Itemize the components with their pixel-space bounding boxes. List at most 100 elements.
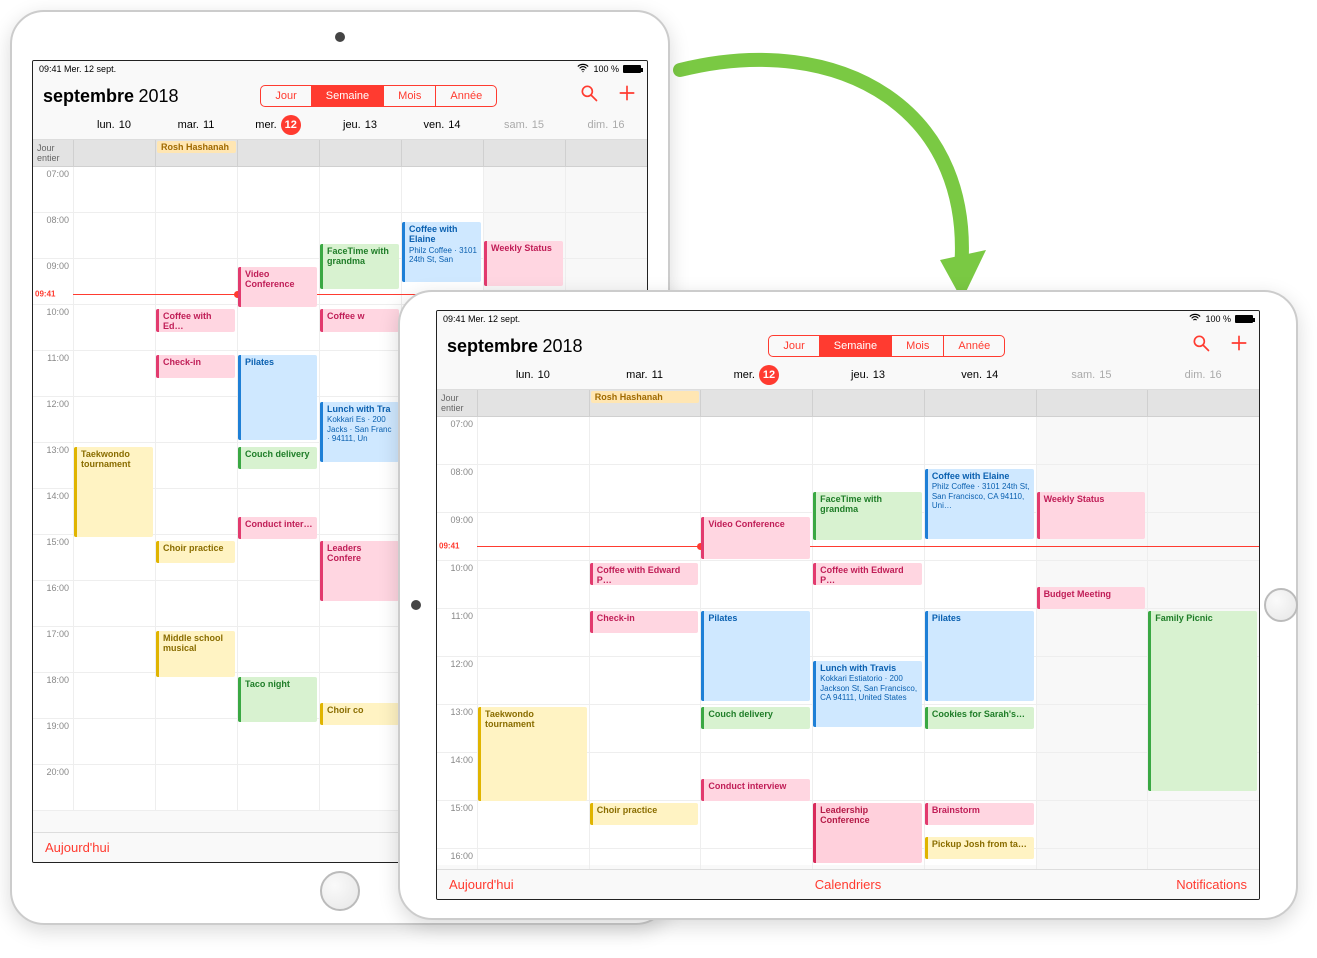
allday-cell[interactable]: Rosh Hashanah [155,140,237,166]
grid-cell[interactable] [1147,801,1259,848]
grid-cell[interactable] [319,489,401,534]
view-tab-année[interactable]: Année [435,86,496,106]
calendar-event[interactable]: Coffee w [320,309,399,332]
grid-cell[interactable] [155,719,237,764]
allday-event[interactable]: Rosh Hashanah [157,141,236,153]
day-column-header[interactable]: mar. 11 [589,365,701,385]
grid-cell[interactable] [1036,801,1148,848]
day-column-header[interactable]: jeu. 13 [812,365,924,385]
calendar-event[interactable]: Check-in [590,611,699,633]
grid-cell[interactable] [73,351,155,396]
view-segmented-control[interactable]: JourSemaineMoisAnnée [768,335,1005,357]
grid-cell[interactable] [237,213,319,258]
view-tab-jour[interactable]: Jour [769,336,818,356]
allday-event[interactable]: Rosh Hashanah [591,391,700,403]
grid-cell[interactable] [812,753,924,800]
grid-cell[interactable] [155,581,237,626]
grid-cell[interactable] [401,167,483,212]
allday-cell[interactable] [477,390,589,416]
calendar-event[interactable]: Cookies for Sarah's… [925,707,1034,729]
calendar-event[interactable]: Conduct interview [701,779,810,801]
grid-cell[interactable] [73,673,155,718]
allday-cell[interactable]: Rosh Hashanah [589,390,701,416]
grid-cell[interactable] [1036,705,1148,752]
calendar-event[interactable]: Pilates [925,611,1034,701]
view-tab-mois[interactable]: Mois [891,336,943,356]
allday-cell[interactable] [812,390,924,416]
calendar-event[interactable]: Video Conference [701,517,810,559]
grid-cell[interactable] [483,167,565,212]
calendar-event[interactable]: Coffee with ElainePhilz Coffee · 3101 24… [925,469,1034,539]
calendar-event[interactable]: Budget Meeting [1037,587,1146,609]
calendars-button[interactable]: Calendriers [815,877,881,892]
view-tab-jour[interactable]: Jour [261,86,310,106]
day-column-header[interactable]: ven. 14 [924,365,1036,385]
grid-cell[interactable] [477,465,589,512]
day-column-header[interactable]: ven. 14 [401,115,483,135]
grid-cell[interactable] [1036,417,1148,464]
week-grid[interactable]: 07:0008:0009:0010:0011:0012:0013:0014:00… [437,417,1259,865]
day-column-header[interactable]: dim. 16 [1147,365,1259,385]
calendar-event[interactable]: Video Conference [238,267,317,307]
grid-cell[interactable] [73,765,155,810]
home-button[interactable] [1264,588,1298,622]
allday-cell[interactable] [1036,390,1148,416]
grid-cell[interactable] [237,627,319,672]
grid-cell[interactable] [924,561,1036,608]
grid-cell[interactable] [1147,561,1259,608]
allday-cell[interactable] [319,140,401,166]
grid-cell[interactable] [155,673,237,718]
calendar-event[interactable]: Coffee with Ed… [156,309,235,332]
grid-cell[interactable] [155,489,237,534]
calendar-event[interactable]: Pilates [701,611,810,701]
grid-cell[interactable] [73,535,155,580]
allday-cell[interactable] [401,140,483,166]
day-column-header[interactable]: dim. 16 [565,115,647,135]
allday-cell[interactable] [1147,390,1259,416]
grid-cell[interactable] [155,259,237,304]
grid-cell[interactable] [700,801,812,848]
home-button[interactable] [320,871,360,911]
calendar-event[interactable]: Middle school musical [156,631,235,677]
grid-cell[interactable] [700,417,812,464]
grid-cell[interactable] [237,305,319,350]
day-column-header[interactable]: sam. 15 [483,115,565,135]
search-icon[interactable] [1191,333,1211,359]
grid-cell[interactable] [73,305,155,350]
grid-cell[interactable] [237,765,319,810]
calendar-event[interactable]: Pilates [238,355,317,440]
calendar-event[interactable]: Leadership Conference [813,803,922,863]
grid-cell[interactable] [237,167,319,212]
allday-cell[interactable] [924,390,1036,416]
grid-cell[interactable] [589,657,701,704]
calendar-event[interactable]: FaceTime with grandma [813,492,922,540]
view-segmented-control[interactable]: JourSemaineMoisAnnée [260,85,497,107]
grid-cell[interactable] [237,581,319,626]
view-tab-semaine[interactable]: Semaine [819,336,891,356]
calendar-event[interactable]: Lunch with TraKokkari Es · 200 Jacks · S… [320,402,399,462]
grid-cell[interactable] [477,609,589,656]
calendar-event[interactable]: Taekwondo tournament [478,707,587,801]
today-button[interactable]: Aujourd'hui [449,877,514,892]
grid-cell[interactable] [589,753,701,800]
grid-cell[interactable] [1036,657,1148,704]
allday-cell[interactable] [73,140,155,166]
calendar-event[interactable]: FaceTime with grandma [320,244,399,289]
grid-cell[interactable] [73,167,155,212]
grid-cell[interactable] [319,627,401,672]
grid-cell[interactable] [477,417,589,464]
calendar-event[interactable]: Couch delivery [701,707,810,729]
grid-cell[interactable] [73,259,155,304]
day-column-header[interactable]: mar. 11 [155,115,237,135]
allday-cell[interactable] [483,140,565,166]
view-tab-semaine[interactable]: Semaine [311,86,383,106]
grid-cell[interactable] [589,417,701,464]
grid-cell[interactable] [812,609,924,656]
add-icon[interactable] [617,83,637,109]
grid-cell[interactable] [155,765,237,810]
calendar-event[interactable]: Choir practice [156,541,235,563]
day-column-header[interactable]: mer. 12 [700,365,812,385]
grid-cell[interactable] [477,561,589,608]
calendar-event[interactable]: Couch delivery [238,447,317,469]
grid-cell[interactable] [924,753,1036,800]
